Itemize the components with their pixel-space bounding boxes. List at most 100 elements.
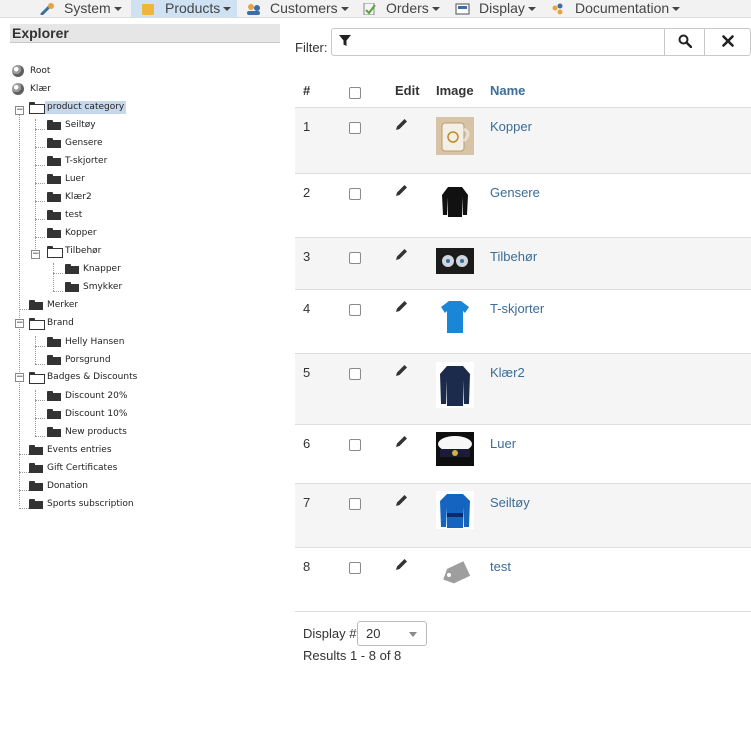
collapse-toggle[interactable]: − bbox=[15, 319, 24, 328]
tree-item-gift-certificates[interactable]: Gift Certificates bbox=[29, 460, 119, 476]
accessories-thumbnail bbox=[436, 248, 474, 274]
pencil-icon[interactable] bbox=[395, 184, 408, 200]
pencil-icon[interactable] bbox=[395, 558, 408, 574]
folder-icon bbox=[65, 264, 79, 274]
table-row: 6 Luer bbox=[295, 425, 751, 484]
menu-products[interactable]: Products bbox=[131, 0, 237, 17]
tree-item-test[interactable]: test bbox=[47, 207, 84, 223]
tree-item-kopper[interactable]: Kopper bbox=[47, 225, 99, 241]
tree-connector bbox=[53, 263, 54, 291]
header-num: # bbox=[303, 83, 311, 98]
product-name-link[interactable]: Luer bbox=[490, 436, 516, 451]
header-name[interactable]: Name bbox=[490, 83, 525, 98]
search-button[interactable] bbox=[664, 28, 705, 56]
product-name-link[interactable]: Kopper bbox=[490, 119, 532, 134]
tree-item-discount-10[interactable]: Discount 10% bbox=[47, 406, 129, 422]
row-checkbox[interactable] bbox=[349, 122, 361, 134]
menu-customers[interactable]: Customers bbox=[246, 0, 349, 17]
menu-orders[interactable]: Orders bbox=[362, 0, 440, 17]
product-name-link[interactable]: Gensere bbox=[490, 185, 540, 200]
tree-item-tilbehor[interactable]: Tilbehør bbox=[47, 243, 103, 259]
folder-open-icon bbox=[29, 372, 45, 384]
display-label: Display # bbox=[303, 626, 357, 641]
filter-label: Filter: bbox=[295, 40, 328, 55]
folder-icon bbox=[47, 391, 61, 401]
tree-item-seiltoy[interactable]: Seiltøy bbox=[47, 117, 98, 133]
tree-item-knapper[interactable]: Knapper bbox=[65, 261, 123, 277]
cap-thumbnail bbox=[436, 432, 474, 466]
folder-open-icon bbox=[29, 102, 45, 114]
display-icon bbox=[455, 2, 471, 15]
chevron-down-icon bbox=[113, 7, 122, 11]
sweater-thumbnail bbox=[436, 181, 474, 219]
row-checkbox[interactable] bbox=[349, 368, 361, 380]
header-image: Image bbox=[436, 83, 474, 98]
row-checkbox[interactable] bbox=[349, 498, 361, 510]
row-checkbox[interactable] bbox=[349, 304, 361, 316]
product-name-link[interactable]: Tilbehør bbox=[490, 249, 537, 264]
clear-filter-button[interactable] bbox=[704, 28, 751, 56]
product-table: # Edit Image Name 1 Kopper 2 Gensere 3 T… bbox=[295, 72, 751, 612]
tree-item-t-skjorter[interactable]: T-skjorter bbox=[47, 153, 109, 169]
select-all-checkbox[interactable] bbox=[349, 87, 361, 99]
tree-item-porsgrund[interactable]: Porsgrund bbox=[47, 352, 113, 368]
pencil-icon[interactable] bbox=[395, 364, 408, 380]
tree-item-merker[interactable]: Merker bbox=[29, 297, 80, 313]
filter-options-button[interactable] bbox=[331, 28, 359, 56]
collapse-toggle[interactable]: − bbox=[15, 373, 24, 382]
pencil-icon[interactable] bbox=[395, 494, 408, 510]
filter-input[interactable] bbox=[358, 28, 664, 56]
row-checkbox[interactable] bbox=[349, 188, 361, 200]
row-checkbox[interactable] bbox=[349, 252, 361, 264]
tree-item-root[interactable]: Root bbox=[12, 63, 52, 79]
menu-display[interactable]: Display bbox=[455, 0, 536, 17]
product-name-link[interactable]: T-skjorter bbox=[490, 301, 544, 316]
table-row: 2 Gensere bbox=[295, 174, 751, 238]
tree-item-product-category[interactable]: product category bbox=[29, 99, 127, 115]
table-row: 5 Klær2 bbox=[295, 354, 751, 425]
tree-item-donation[interactable]: Donation bbox=[29, 478, 90, 494]
tree-item-brand[interactable]: Brand bbox=[29, 315, 76, 331]
tree-item-discount-20[interactable]: Discount 20% bbox=[47, 388, 129, 404]
mug-thumbnail bbox=[436, 117, 474, 155]
tshirt-thumbnail bbox=[436, 297, 474, 335]
product-name-link[interactable]: Klær2 bbox=[490, 365, 525, 380]
tree-item-luer[interactable]: Luer bbox=[47, 171, 87, 187]
tree-item-events-entries[interactable]: Events entries bbox=[29, 442, 114, 458]
funnel-icon bbox=[339, 34, 351, 50]
tree-item-new-products[interactable]: New products bbox=[47, 424, 129, 440]
tree-item-klaer2[interactable]: Klær2 bbox=[47, 189, 94, 205]
tree-item-badges-discounts[interactable]: Badges & Discounts bbox=[29, 369, 139, 385]
menu-system[interactable]: System bbox=[40, 0, 122, 17]
product-name-link[interactable]: Seiltøy bbox=[490, 495, 530, 510]
tree-item-gensere[interactable]: Gensere bbox=[47, 135, 104, 151]
help-icon bbox=[551, 2, 567, 15]
display-count-select[interactable]: 20 bbox=[357, 621, 427, 646]
chevron-down-icon bbox=[672, 7, 681, 11]
pencil-icon[interactable] bbox=[395, 248, 408, 264]
row-checkbox[interactable] bbox=[349, 562, 361, 574]
users-icon bbox=[246, 2, 262, 15]
row-checkbox[interactable] bbox=[349, 439, 361, 451]
tree-item-klaer[interactable]: Klær bbox=[12, 81, 53, 97]
globe-icon bbox=[12, 83, 24, 95]
folder-icon bbox=[47, 192, 61, 202]
folder-icon bbox=[29, 499, 43, 509]
table-row: 1 Kopper bbox=[295, 108, 751, 174]
pencil-icon[interactable] bbox=[395, 435, 408, 451]
pencil-icon[interactable] bbox=[395, 118, 408, 134]
collapse-toggle[interactable]: − bbox=[31, 250, 40, 259]
folder-open-icon bbox=[29, 318, 45, 330]
folder-icon bbox=[47, 228, 61, 238]
pencil-icon[interactable] bbox=[395, 300, 408, 316]
folder-icon bbox=[47, 156, 61, 166]
tree-item-helly-hansen[interactable]: Helly Hansen bbox=[47, 334, 126, 350]
collapse-toggle[interactable]: − bbox=[15, 106, 24, 115]
tree-item-sports-subscription[interactable]: Sports subscription bbox=[29, 496, 136, 512]
explorer-panel: Explorer − − − − Root Klær product categ… bbox=[10, 24, 280, 523]
menu-documentation[interactable]: Documentation bbox=[551, 0, 681, 17]
jacket-thumbnail bbox=[436, 362, 474, 408]
product-name-link[interactable]: test bbox=[490, 559, 511, 574]
tree-item-smykker[interactable]: Smykker bbox=[65, 279, 124, 295]
header-edit: Edit bbox=[395, 83, 420, 98]
